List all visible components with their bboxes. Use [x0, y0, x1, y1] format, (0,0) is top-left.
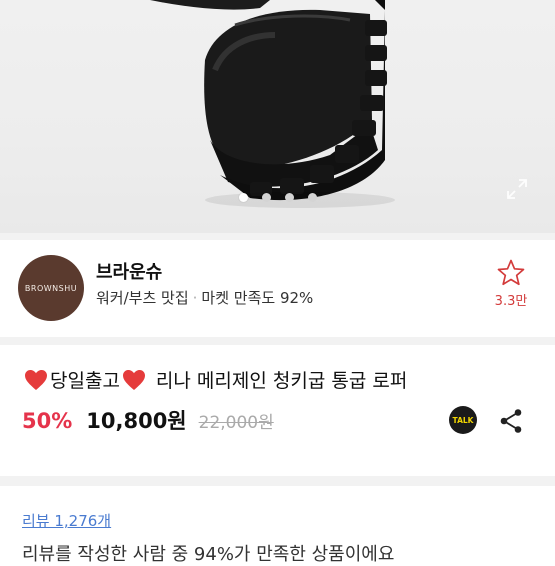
- title-text: 리나 메리제인 청키굽 통굽 로퍼: [155, 370, 408, 392]
- seller-tag: 워커/부츠 맛집: [96, 289, 189, 307]
- section-divider: [0, 337, 555, 345]
- kakao-talk-icon[interactable]: TALK: [447, 405, 479, 437]
- price-row: 50% 10,800원 22,000원: [22, 405, 274, 435]
- review-count-link[interactable]: 리뷰 1,276개: [22, 510, 111, 531]
- heart-icon: [25, 369, 47, 390]
- seller-avatar[interactable]: BROWNSHU: [18, 255, 84, 321]
- favorite-count: 3.3만: [494, 294, 528, 309]
- seller-subtitle: 워커/부츠 맛집 · 마켓 만족도 92%: [96, 287, 313, 308]
- seller-name[interactable]: 브라운슈: [96, 258, 162, 284]
- product-image-carousel[interactable]: [0, 0, 555, 233]
- sale-price: 10,800원: [86, 409, 187, 433]
- carousel-dot[interactable]: [261, 193, 271, 202]
- carousel-dot[interactable]: [238, 193, 248, 202]
- separator: ·: [192, 289, 198, 307]
- product-title: 당일출고 리나 메리제인 청키굽 통굽 로퍼: [22, 366, 407, 393]
- original-price: 22,000원: [198, 413, 274, 433]
- star-outline-icon[interactable]: [493, 258, 529, 288]
- title-badge: 당일출고: [50, 370, 120, 392]
- heart-icon: [122, 369, 145, 390]
- section-divider: [0, 476, 555, 486]
- section-divider: [0, 233, 555, 240]
- discount-rate: 50%: [22, 409, 73, 433]
- seller-rating: 마켓 만족도 92%: [201, 289, 314, 307]
- talk-label: TALK: [453, 416, 475, 425]
- share-icon[interactable]: [499, 408, 523, 434]
- carousel-dots[interactable]: [0, 193, 555, 202]
- carousel-dot[interactable]: [284, 193, 294, 202]
- review-summary: 리뷰를 작성한 사람 중 94%가 만족한 상품이에요: [22, 544, 395, 565]
- carousel-dot[interactable]: [307, 193, 317, 202]
- expand-icon[interactable]: [506, 178, 528, 200]
- avatar-text: BROWNSHU: [24, 283, 78, 293]
